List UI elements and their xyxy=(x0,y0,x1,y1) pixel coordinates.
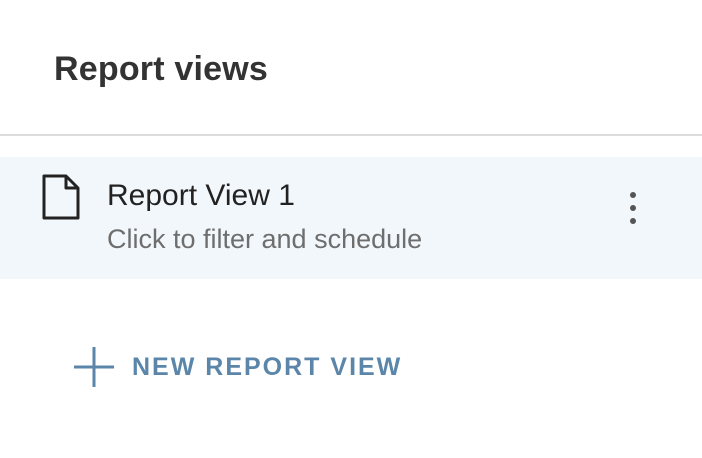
new-report-view-label: NEW REPORT VIEW xyxy=(132,353,403,381)
report-view-title: Report View 1 xyxy=(107,179,295,212)
report-view-subtitle: Click to filter and schedule xyxy=(107,224,423,254)
panel-header: Report views xyxy=(0,0,702,136)
new-report-view-button[interactable]: NEW REPORT VIEW xyxy=(72,344,402,390)
page-title: Report views xyxy=(54,50,269,88)
report-views-panel: Report views Report View 1 Click to filt… xyxy=(0,0,702,458)
plus-icon xyxy=(72,345,116,389)
more-vertical-icon xyxy=(630,192,636,224)
report-view-item[interactable]: Report View 1 Click to filter and schedu… xyxy=(0,157,702,279)
more-options-button[interactable] xyxy=(612,187,654,229)
document-icon xyxy=(40,173,82,221)
